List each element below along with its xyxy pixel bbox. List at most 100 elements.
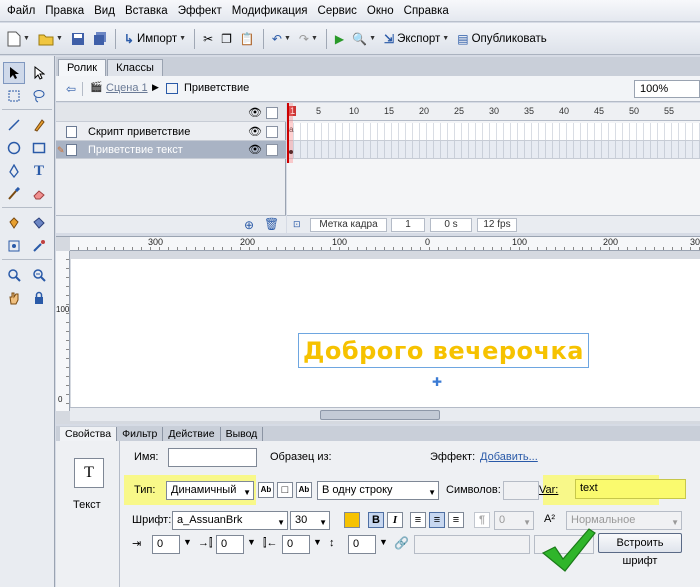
back-arrow-icon[interactable]: ⇦ xyxy=(66,82,76,96)
tab-movie[interactable]: Ролик xyxy=(58,59,107,76)
breadcrumb-symbol[interactable]: Приветствие xyxy=(184,82,249,94)
lock-icon[interactable] xyxy=(28,287,50,309)
align-left-icon[interactable]: ≡ xyxy=(410,512,426,528)
line-tool-icon[interactable] xyxy=(3,114,25,136)
hand-tool-icon[interactable] xyxy=(3,287,25,309)
lasso-tool-icon[interactable] xyxy=(28,85,50,107)
stage-canvas[interactable]: Доброго вечерочка ✚ xyxy=(71,259,700,407)
save-all-button[interactable] xyxy=(90,28,110,50)
layer-name[interactable]: Приветствие текст xyxy=(88,144,183,156)
oval-tool-icon[interactable] xyxy=(3,137,25,159)
text-tool-icon[interactable]: T xyxy=(28,160,50,182)
add-layer-icon[interactable]: ⊕ xyxy=(244,218,254,232)
center-frame-icon[interactable]: ⊡ xyxy=(293,219,301,230)
frame-ruler[interactable]: 1 5 10 15 20 25 30 35 40 45 50 55 xyxy=(287,103,700,121)
menu-insert[interactable]: Вставка xyxy=(120,0,173,22)
tab-properties[interactable]: Свойства xyxy=(60,427,118,441)
text-type-select[interactable]: Динамичный ▼ xyxy=(166,481,254,500)
menu-file[interactable]: Файл xyxy=(2,0,40,22)
cut-button[interactable]: ✂ xyxy=(200,28,216,50)
lock-all-icon[interactable] xyxy=(266,107,278,119)
copy-button[interactable]: ❐ xyxy=(218,28,235,50)
dynamic-text-field[interactable]: Доброго вечерочка xyxy=(298,333,589,368)
ink-bottle-tool-icon[interactable] xyxy=(3,212,25,234)
eye-icon[interactable]: 👁 xyxy=(248,143,262,156)
layer-name[interactable]: Скрипт приветствие xyxy=(88,126,190,138)
font-size-input[interactable]: 30 ▼ xyxy=(290,511,330,530)
zoom-in-icon[interactable] xyxy=(3,264,25,286)
rectangle-tool-icon[interactable] xyxy=(28,137,50,159)
free-transform-tool-icon[interactable] xyxy=(3,85,25,107)
selectable-toggle-icon[interactable]: Ab xyxy=(296,482,312,498)
variable-input[interactable]: text xyxy=(575,479,686,499)
brush-tool-icon[interactable] xyxy=(3,183,25,205)
dropdown-arrow-icon[interactable]: ▼ xyxy=(183,537,192,547)
publish-button[interactable]: ▤ Опубликовать xyxy=(454,28,550,50)
dropdown-arrow-icon[interactable]: ▼ xyxy=(379,537,388,547)
left-margin-input[interactable]: 0 xyxy=(216,535,244,554)
layer-lock-toggle[interactable] xyxy=(266,144,278,156)
zoom-select[interactable]: 100% xyxy=(634,80,700,98)
horizontal-scrollbar[interactable] xyxy=(70,407,700,421)
line-spacing-input[interactable]: 0 xyxy=(348,535,376,554)
debug-button[interactable]: 🔍 ▼ xyxy=(349,28,379,50)
subselection-tool-icon[interactable] xyxy=(28,62,50,84)
menu-modify[interactable]: Модификация xyxy=(227,0,313,22)
eraser-tool-icon[interactable] xyxy=(28,183,50,205)
eyedropper-tool-icon[interactable] xyxy=(28,235,50,257)
open-button[interactable]: ▼ xyxy=(35,28,66,50)
instance-name-input[interactable] xyxy=(168,448,257,467)
menu-tools[interactable]: Сервис xyxy=(313,0,362,22)
superscript-icon[interactable]: A² xyxy=(544,513,555,525)
playhead[interactable] xyxy=(287,103,293,163)
url-input[interactable] xyxy=(414,535,530,554)
paint-bucket-tool-icon[interactable] xyxy=(28,212,50,234)
dropdown-arrow-icon[interactable]: ▼ xyxy=(313,537,322,547)
export-button[interactable]: ⇲ Экспорт ▼ xyxy=(381,28,452,50)
layer-row[interactable]: ✎ Приветствие текст 👁 xyxy=(56,141,286,159)
frame-row[interactable] xyxy=(287,141,700,159)
letter-spacing-input[interactable]: 0 ▼ xyxy=(494,511,534,530)
tab-classes[interactable]: Классы xyxy=(107,59,163,76)
tab-filters[interactable]: Фильтр xyxy=(117,427,164,441)
embed-font-button[interactable]: Встроить шрифт xyxy=(598,533,682,567)
undo-button[interactable]: ↶ ▼ xyxy=(269,28,294,50)
tab-actions[interactable]: Действие xyxy=(163,427,221,441)
align-center-icon[interactable]: ≡ xyxy=(429,512,445,528)
line-type-select[interactable]: В одну строку ▼ xyxy=(317,481,439,500)
right-margin-input[interactable]: 0 xyxy=(282,535,310,554)
selection-tool-icon[interactable] xyxy=(3,62,25,84)
indent-input[interactable]: 0 xyxy=(152,535,180,554)
delete-layer-icon[interactable]: 🗑 xyxy=(264,217,279,231)
menu-window[interactable]: Окно xyxy=(362,0,399,22)
italic-button[interactable]: I xyxy=(387,512,403,528)
import-button[interactable]: ↳ Импорт ▼ xyxy=(121,28,189,50)
tab-output[interactable]: Вывод xyxy=(221,427,264,441)
eye-icon[interactable]: 👁 xyxy=(248,125,262,138)
menu-view[interactable]: Вид xyxy=(89,0,120,22)
text-color-swatch[interactable] xyxy=(344,512,360,528)
border-toggle-icon[interactable]: □ xyxy=(277,482,293,498)
font-rendering-icon[interactable]: Ab xyxy=(258,482,274,498)
menu-edit[interactable]: Правка xyxy=(40,0,89,22)
layer-row[interactable]: Скрипт приветствие 👁 xyxy=(56,123,286,141)
max-chars-input[interactable] xyxy=(503,481,539,500)
save-button[interactable] xyxy=(68,28,88,50)
redo-button[interactable]: ↷ ▼ xyxy=(296,28,321,50)
menu-help[interactable]: Справка xyxy=(399,0,454,22)
paste-button[interactable]: 📋 xyxy=(237,28,258,50)
new-document-button[interactable]: ▼ xyxy=(4,28,33,50)
font-family-select[interactable]: a_AssuanBrk ▼ xyxy=(172,511,288,530)
menu-effect[interactable]: Эффект xyxy=(173,0,227,22)
dropdown-arrow-icon[interactable]: ▼ xyxy=(247,537,256,547)
pen-tool-icon[interactable] xyxy=(28,114,50,136)
breadcrumb-scene[interactable]: Сцена 1 xyxy=(106,82,148,94)
frame-row[interactable]: a xyxy=(287,123,700,141)
add-effect-link[interactable]: Добавить... xyxy=(480,451,538,463)
show-hide-all-icon[interactable]: 👁 xyxy=(248,106,262,119)
zoom-out-icon[interactable] xyxy=(28,264,50,286)
pen-nib-tool-icon[interactable] xyxy=(3,160,25,182)
scroll-thumb[interactable] xyxy=(320,410,440,420)
layer-lock-toggle[interactable] xyxy=(266,126,278,138)
gradient-transform-tool-icon[interactable] xyxy=(3,235,25,257)
